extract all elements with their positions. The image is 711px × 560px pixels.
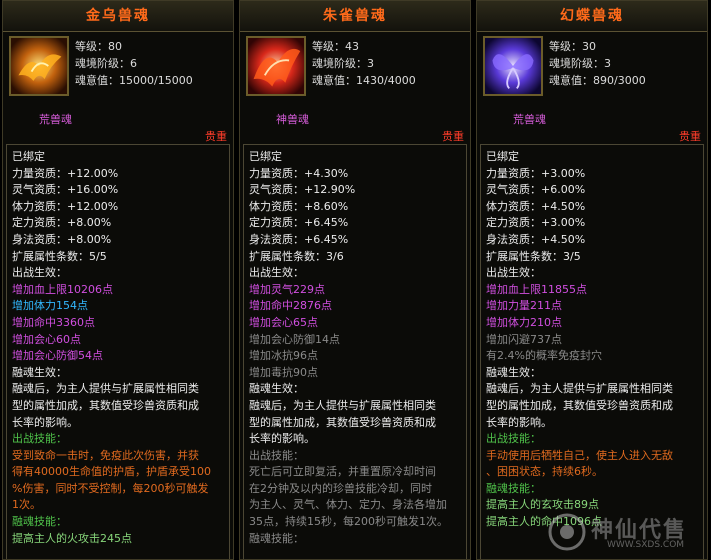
attribute-line: 身法资质：+4.50% <box>486 232 586 246</box>
attribute-line: 出战生效： <box>249 266 304 280</box>
attribute-list: 已绑定力量资质：+4.30% 灵气资质：+12.90% 体力资质：+8.60% 定力资… <box>243 144 467 559</box>
attribute-line: 增加毒抗90点 <box>249 365 318 379</box>
soul-kind: 神兽魂 <box>276 113 309 126</box>
attribute-line: 已绑定 <box>249 150 282 163</box>
attribute-line: 提高主人的火攻击245点 <box>12 531 132 545</box>
attribute-line: 灵气资质：+6.00% <box>486 183 586 197</box>
attribute-line: 定力资质：+8.00% <box>12 216 112 230</box>
attribute-line: 出战技能： <box>12 432 67 446</box>
attribute-line: 增加会心防御14点 <box>249 332 340 346</box>
attribute-list: 已绑定力量资质：+12.00% 灵气资质：+16.00% 体力资质：+12.00% 定… <box>6 144 230 559</box>
attribute-line: 增加冰抗96点 <box>249 349 318 363</box>
attribute-line: 死亡后可立即复活，并重置原冷却时间 <box>249 465 436 479</box>
attribute-line: 增加会心65点 <box>249 315 318 329</box>
attribute-line: 型的属性加成，其数值受珍兽资质和成 <box>12 398 199 412</box>
attribute-line: 、困困状态，持续6秒。 <box>486 465 603 479</box>
attribute-line: 出战技能： <box>249 448 304 462</box>
attribute-line: 灵气资质：+12.90% <box>249 183 356 197</box>
attribute-line: 长率的影响。 <box>486 415 552 429</box>
soul-kind: 荒兽魂 <box>39 113 72 126</box>
attribute-line: %伤害，同时不受控制，每200秒可触发 <box>12 481 209 495</box>
attribute-line: 增加命中2876点 <box>249 299 332 313</box>
attribute-line: 长率的影响。 <box>12 415 78 429</box>
attribute-line: 扩展属性条数：3/5 <box>486 249 581 263</box>
attribute-line: 体力资质：+8.60% <box>249 199 349 213</box>
quality-label: 贵重 <box>205 130 227 143</box>
beast-soul-panel-golden-crow: 金乌兽魂 等级：80 魂境阶级：6 魂意值：15000/15000 荒兽魂 贵重… <box>2 0 234 560</box>
attribute-line: 定力资质：+6.45% <box>249 216 349 230</box>
rank-label: 魂境阶级：3 <box>549 57 611 70</box>
attribute-line: 融魂后，为主人提供与扩展属性相同类 <box>249 398 436 412</box>
attribute-line: 定力资质：+3.00% <box>486 216 586 230</box>
attribute-line: 为主人、灵气、体力、定力、身法各增加 <box>249 498 447 512</box>
attribute-line: 身法资质：+8.00% <box>12 232 112 246</box>
attribute-line: 35点，持续15秒，每200秒可触发1次。 <box>249 515 448 529</box>
vermilion-bird-icon[interactable] <box>246 36 306 96</box>
attribute-line: 出战生效： <box>12 266 67 280</box>
beast-soul-panel-phantom-butterfly: 幻蝶兽魂 等级：30 魂境阶级：3 魂意值：890/3000 荒兽魂 贵重 已绑… <box>476 0 708 560</box>
attribute-line: 融魂生效： <box>249 382 304 396</box>
attribute-line: 已绑定 <box>12 150 45 163</box>
attribute-line: 融魂技能： <box>486 481 541 495</box>
attribute-line: 灵气资质：+16.00% <box>12 183 119 197</box>
attribute-line: 融魂生效： <box>486 365 541 379</box>
attribute-line: 增加体力154点 <box>12 299 88 313</box>
attribute-line: 力量资质：+3.00% <box>486 166 586 180</box>
attribute-line: 扩展属性条数：3/6 <box>249 249 344 263</box>
attribute-line: 增加血上限11855点 <box>486 282 587 296</box>
attribute-line: 出战生效： <box>486 266 541 280</box>
attribute-line: 1次。 <box>12 498 41 512</box>
panel-title: 朱雀兽魂 <box>240 1 470 32</box>
panel-title: 幻蝶兽魂 <box>477 1 707 32</box>
will-label: 魂意值：15000/15000 <box>75 74 193 87</box>
attribute-line: 出战技能： <box>486 432 541 446</box>
attribute-line: 受到致命一击时，免疫此次伤害，并获 <box>12 448 199 462</box>
attribute-line: 体力资质：+4.50% <box>486 199 586 213</box>
attribute-line: 体力资质：+12.00% <box>12 199 119 213</box>
level-label: 等级：30 <box>549 40 596 53</box>
attribute-line: 手动使用后牺牲自己，使主人进入无敌 <box>486 448 673 462</box>
watermark-logo-icon <box>548 513 586 551</box>
attribute-line: 增加命中3360点 <box>12 315 95 329</box>
will-label: 魂意值：890/3000 <box>549 74 646 87</box>
attribute-line: 有2.4%的概率免疫封穴 <box>486 349 602 363</box>
attribute-line: 力量资质：+12.00% <box>12 166 119 180</box>
attribute-line: 增加力量211点 <box>486 299 562 313</box>
attribute-line: 得有40000生命值的护盾，护盾承受100 <box>12 465 211 479</box>
quality-label: 贵重 <box>679 130 701 143</box>
attribute-line: 增加会心60点 <box>12 332 81 346</box>
beast-soul-panel-vermilion-bird: 朱雀兽魂 等级：43 魂境阶级：3 魂意值：1430/4000 神兽魂 贵重 已… <box>239 0 471 560</box>
attribute-line: 已绑定 <box>486 150 519 163</box>
will-label: 魂意值：1430/4000 <box>312 74 416 87</box>
quality-label: 贵重 <box>442 130 464 143</box>
attribute-line: 增加灵气229点 <box>249 282 325 296</box>
panel-title: 金乌兽魂 <box>3 1 233 32</box>
site-watermark: 神仙代售 WWW.SXDS.COM <box>547 510 707 554</box>
attribute-line: 增加体力210点 <box>486 315 562 329</box>
level-label: 等级：43 <box>312 40 359 53</box>
soul-kind: 荒兽魂 <box>513 113 546 126</box>
attribute-line: 身法资质：+6.45% <box>249 232 349 246</box>
attribute-line: 型的属性加成，其数值受珍兽资质和成 <box>486 398 673 412</box>
attribute-line: 融魂技能： <box>249 531 304 545</box>
phantom-butterfly-icon[interactable] <box>483 36 543 96</box>
attribute-line: 增加血上限10206点 <box>12 282 113 296</box>
watermark-url: WWW.SXDS.COM <box>607 540 685 550</box>
attribute-line: 增加会心防御54点 <box>12 349 103 363</box>
golden-crow-icon[interactable] <box>9 36 69 96</box>
attribute-line: 融魂生效： <box>12 365 67 379</box>
attribute-line: 扩展属性条数：5/5 <box>12 249 107 263</box>
rank-label: 魂境阶级：3 <box>312 57 374 70</box>
attribute-line: 型的属性加成，其数值受珍兽资质和成 <box>249 415 436 429</box>
level-label: 等级：80 <box>75 40 122 53</box>
attribute-line: 长率的影响。 <box>249 432 315 446</box>
attribute-line: 融魂后，为主人提供与扩展属性相同类 <box>486 382 673 396</box>
attribute-list: 已绑定力量资质：+3.00% 灵气资质：+6.00% 体力资质：+4.50% 定力资质… <box>480 144 704 559</box>
attribute-line: 增加闪避737点 <box>486 332 562 346</box>
attribute-line: 在2分钟及以内的珍兽技能冷却，同时 <box>249 481 432 495</box>
attribute-line: 力量资质：+4.30% <box>249 166 349 180</box>
attribute-line: 融魂后，为主人提供与扩展属性相同类 <box>12 382 199 396</box>
rank-label: 魂境阶级：6 <box>75 57 137 70</box>
attribute-line: 融魂技能： <box>12 515 67 529</box>
